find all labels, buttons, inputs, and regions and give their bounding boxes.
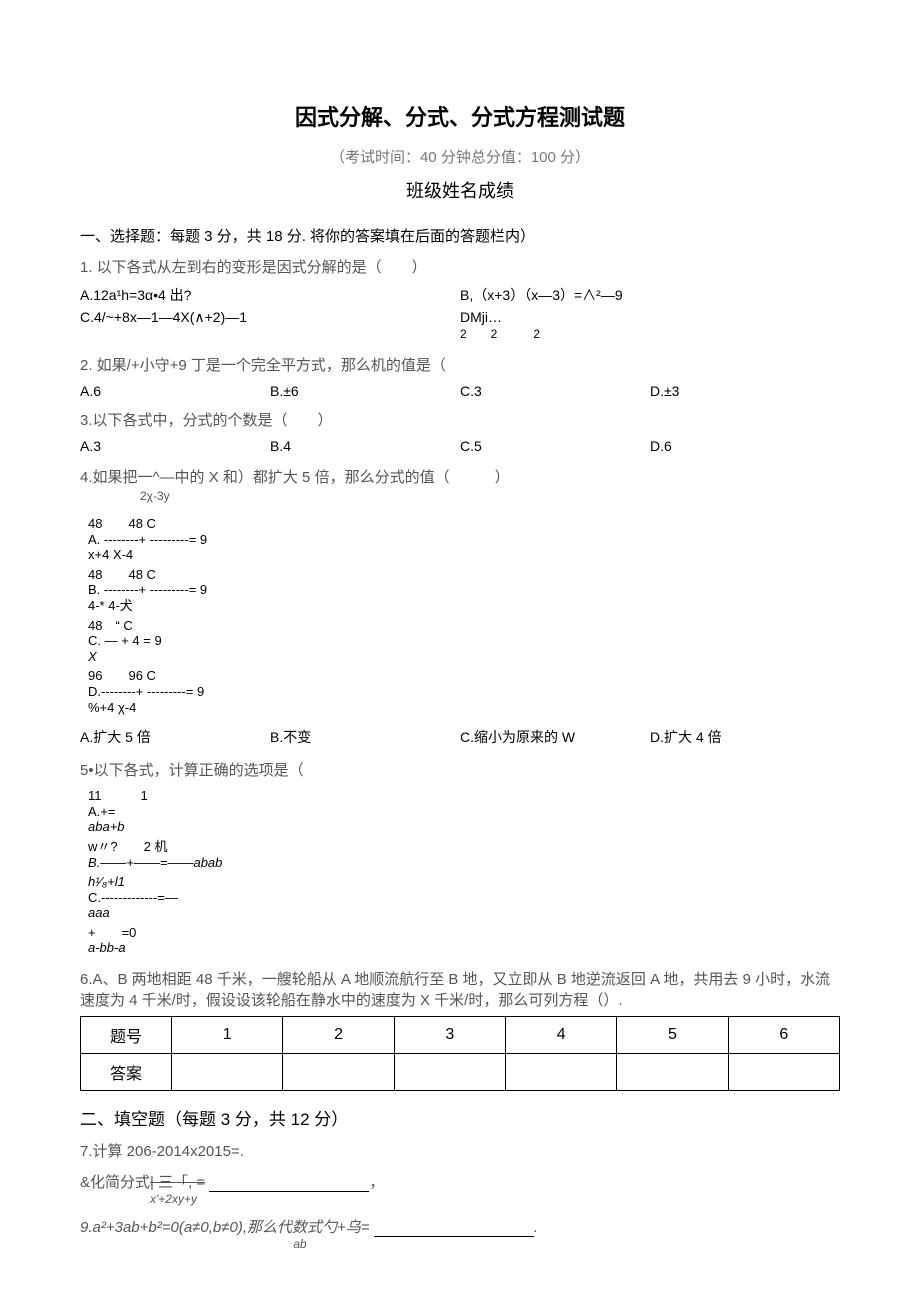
q8-strike: | 三「, = bbox=[150, 1174, 205, 1191]
q2-option-b: B.±6 bbox=[270, 381, 460, 401]
table-row1-label: 题号 bbox=[81, 1017, 172, 1054]
q2-stem: 2. 如果/+小守+9 丁是一个完全平方式，那么机的值是（ bbox=[80, 354, 840, 375]
q4-stem-text: 4.如果把一^—中的 X 和）都扩大 5 倍，那么分式的值（ ） bbox=[80, 469, 510, 486]
q8-tail: ， bbox=[369, 1174, 384, 1191]
q8-sub: x'+2xy+y bbox=[150, 1192, 840, 1206]
page-title: 因式分解、分式、分式方程测试题 bbox=[80, 100, 840, 132]
q5-frac-c: h¹⁄₈+l1 C.-------------=— aaa bbox=[88, 872, 468, 923]
q5-frac-b: w〃? 2 机 B.——+——=——abab bbox=[88, 837, 468, 872]
q5-frac-a: 11 1 A.+= aba+b bbox=[88, 786, 468, 837]
answer-cell-3[interactable] bbox=[394, 1054, 505, 1091]
q1-stem: 1. 以下各式从左到右的变形是因式分解的是（ ） bbox=[80, 256, 840, 277]
q4-a-mid: A. --------+ ---------= 9 bbox=[88, 532, 468, 548]
q5-b-mid: B.——+——=——abab bbox=[88, 855, 468, 871]
q5-c-top: h¹⁄₈+l1 bbox=[88, 874, 468, 890]
q4-stem: 4.如果把一^—中的 X 和）都扩大 5 倍，那么分式的值（ ） 2χ-3y bbox=[80, 466, 840, 504]
q4-option-a: A.扩大 5 倍 bbox=[80, 725, 270, 749]
q5-d-top: + =0 bbox=[88, 925, 468, 941]
q5-d-bot: a-bb-a bbox=[88, 940, 468, 956]
answer-cell-2[interactable] bbox=[283, 1054, 394, 1091]
q9-tail: . bbox=[534, 1219, 538, 1236]
q4-frac-d: 96 96 C D.--------+ ---------= 9 %+4 χ-4 bbox=[88, 666, 468, 717]
section-2-heading: 二、填空题（每题 3 分，共 12 分） bbox=[80, 1105, 840, 1130]
q5-a-top: 11 1 bbox=[88, 788, 468, 804]
table-col-2: 2 bbox=[283, 1017, 394, 1054]
q1-option-d: DMji… 2 2 2 bbox=[460, 307, 840, 344]
q5-a-mid: A.+= bbox=[88, 804, 468, 820]
q4-a-bot: x+4 X-4 bbox=[88, 547, 468, 563]
q5-stem: 5•以下各式，计算正确的选项是（ bbox=[80, 759, 840, 780]
q1-d-text: DMji… bbox=[460, 309, 502, 325]
answer-cell-1[interactable] bbox=[172, 1054, 283, 1091]
q8-blank[interactable] bbox=[209, 1191, 369, 1192]
answer-cell-5[interactable] bbox=[617, 1054, 728, 1091]
q5-a-bot: aba+b bbox=[88, 819, 468, 835]
answer-table: 题号 1 2 3 4 5 6 答案 bbox=[80, 1016, 840, 1091]
q4-c-top: 48 “ C bbox=[88, 618, 468, 634]
q1-option-c: C.4/~+8x—1—4X(∧+2)—1 bbox=[80, 307, 460, 344]
table-col-6: 6 bbox=[728, 1017, 839, 1054]
q9-sub: ab bbox=[280, 1237, 320, 1251]
q4-b-top: 48 48 C bbox=[88, 567, 468, 583]
q2-option-c: C.3 bbox=[460, 381, 650, 401]
q7: 7.计算 206-2014x2015=. bbox=[80, 1140, 840, 1161]
table-col-3: 3 bbox=[394, 1017, 505, 1054]
q1-d-sub: 2 2 2 bbox=[460, 327, 540, 341]
q1-option-b: B,（x+3）（x—3）=∧²—9 bbox=[460, 283, 840, 307]
q2-option-a: A.6 bbox=[80, 381, 270, 401]
table-col-4: 4 bbox=[506, 1017, 617, 1054]
q4-d-mid: D.--------+ ---------= 9 bbox=[88, 684, 468, 700]
q9-blank[interactable] bbox=[374, 1236, 534, 1237]
q3-stem: 3.以下各式中，分式的个数是（ ） bbox=[80, 409, 840, 430]
q5-c-mid: C.-------------=— bbox=[88, 890, 468, 906]
q4-option-b: B.不变 bbox=[270, 725, 460, 749]
q4-frac-c: 48 “ C C. — + 4 = 9 X bbox=[88, 616, 468, 667]
q5-frac-d: + =0 a-bb-a bbox=[88, 923, 468, 958]
q4-frac-b: 48 48 C B. --------+ ---------= 9 4-* 4-… bbox=[88, 565, 468, 616]
q4-c-mid: C. — + 4 = 9 bbox=[88, 633, 468, 649]
q5-c-bot: aaa bbox=[88, 905, 468, 921]
table-row2-label: 答案 bbox=[81, 1054, 172, 1091]
q4-frac-a: 48 48 C A. --------+ ---------= 9 x+4 X-… bbox=[88, 514, 468, 565]
q3-option-b: B.4 bbox=[270, 436, 460, 456]
table-col-5: 5 bbox=[617, 1017, 728, 1054]
section-1-heading: 一、选择题：每题 3 分，共 18 分. 将你的答案填在后面的答题栏内） bbox=[80, 225, 840, 246]
answer-cell-6[interactable] bbox=[728, 1054, 839, 1091]
q8-pre: &化简分式 bbox=[80, 1174, 150, 1191]
q5-b-top: w〃? 2 机 bbox=[88, 839, 468, 855]
answer-cell-4[interactable] bbox=[506, 1054, 617, 1091]
header-fields: 班级姓名成绩 bbox=[80, 177, 840, 203]
q4-c-bot: X bbox=[88, 649, 468, 665]
q4-option-d: D.扩大 4 倍 bbox=[650, 725, 840, 749]
q4-b-mid: B. --------+ ---------= 9 bbox=[88, 582, 468, 598]
q3-option-a: A.3 bbox=[80, 436, 270, 456]
table-col-1: 1 bbox=[172, 1017, 283, 1054]
q3-option-c: C.5 bbox=[460, 436, 650, 456]
q3-option-d: D.6 bbox=[650, 436, 840, 456]
q4-b-bot: 4-* 4-犬 bbox=[88, 598, 468, 614]
q9-main: 9.a²+3ab+b²=0(a≠0,b≠0),那么代数式勺+乌= bbox=[80, 1219, 374, 1236]
q2-option-d: D.±3 bbox=[650, 381, 840, 401]
q4-d-top: 96 96 C bbox=[88, 668, 468, 684]
q4-option-c: C.缩小为原来的 W bbox=[460, 725, 650, 749]
q4-d-bot: %+4 χ-4 bbox=[88, 700, 468, 716]
q4-a-top: 48 48 C bbox=[88, 516, 468, 532]
q1-option-a: A.12a¹h=3α•4 出? bbox=[80, 283, 460, 307]
q8: &化简分式| 三「, = ， x'+2xy+y bbox=[80, 1171, 840, 1206]
q9: 9.a²+3ab+b²=0(a≠0,b≠0),那么代数式勺+乌= . ab bbox=[80, 1216, 840, 1251]
exam-info: （考试时间：40 分钟总分值：100 分） bbox=[80, 146, 840, 167]
q4-stem-sub: 2χ-3y bbox=[140, 489, 170, 503]
q6-stem: 6.A、B 两地相距 48 千米，一艘轮船从 A 地顺流航行至 B 地，又立即从… bbox=[80, 968, 840, 1010]
